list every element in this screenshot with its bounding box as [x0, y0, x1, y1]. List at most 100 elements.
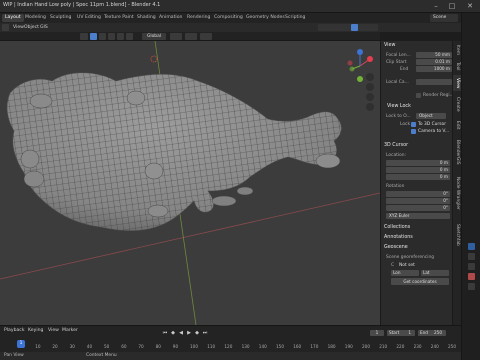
tab-scripting[interactable]: Scripting	[282, 14, 308, 22]
tab-modeling[interactable]: Modeling	[22, 14, 49, 22]
scene-georef-label: Scene georeferencing	[386, 255, 435, 260]
render-region-label: Render Regi...	[423, 93, 454, 98]
transform-orientation-dropdown[interactable]: Global	[142, 33, 166, 40]
data-icon[interactable]	[468, 283, 475, 290]
status-context-menu: Context Menu	[86, 353, 117, 358]
collections-section-header[interactable]: Collections	[384, 225, 452, 230]
tab-texture-paint[interactable]: Texture Paint	[101, 14, 137, 22]
timeline: Playback Keying View Marker ⏮ ◆ ◀ ▶ ◆ ⏭ …	[0, 325, 461, 352]
3d-cursor-icon	[150, 55, 158, 63]
transform-icon[interactable]	[126, 33, 133, 40]
menu-gis[interactable]: GIS	[40, 23, 48, 32]
shading-controls[interactable]	[318, 24, 378, 31]
frame-tick-label: 80	[155, 344, 161, 349]
cursor-icon[interactable]	[80, 33, 88, 40]
proportional-edit-toggle[interactable]	[200, 33, 212, 40]
annotations-section-header[interactable]: Annotations	[384, 235, 452, 240]
properties-tab-strip	[461, 13, 480, 360]
camera-to-view-checkbox[interactable]	[411, 129, 416, 134]
crs-label: C	[391, 263, 395, 268]
frame-tick-label: 200	[362, 344, 370, 349]
frame-tick-label: 170	[310, 344, 319, 349]
modifier-icon[interactable]	[468, 253, 475, 260]
frame-tick-label: 140	[258, 344, 267, 349]
window-title: WIP | Indian Hand Low poly | Spec 11pm 1…	[3, 2, 161, 8]
playhead[interactable]: 1	[17, 340, 25, 348]
tab-uv-editing[interactable]: UV Editing	[74, 14, 104, 22]
frame-ruler[interactable]: 0102030405060708090100110120130140150160…	[0, 326, 461, 353]
frame-tick-label: 110	[207, 344, 216, 349]
cursor-rot-z-field[interactable]: 0°	[386, 205, 450, 211]
frame-tick-label: 180	[327, 344, 336, 349]
geoscene-section-header[interactable]: Geoscene	[384, 245, 452, 250]
select-box-icon[interactable]	[90, 33, 97, 40]
tab-rendering[interactable]: Rendering	[184, 14, 213, 22]
tab-shading[interactable]: Shading	[134, 14, 159, 22]
tab-layout[interactable]: Layout	[2, 14, 24, 22]
3d-cursor-section-header[interactable]: 3D Cursor	[384, 143, 452, 148]
cursor-loc-x-field[interactable]: 0 m	[386, 160, 450, 166]
status-bar: Pan View Context Menu	[0, 352, 461, 360]
clip-start-field[interactable]: 0.01 m	[416, 59, 452, 65]
frame-tick-label: 100	[190, 344, 198, 349]
frame-tick-label: 220	[396, 344, 405, 349]
menu-view[interactable]: View	[13, 23, 24, 32]
crs-value[interactable]: Not set	[399, 263, 415, 268]
status-pan-view: Pan View	[4, 353, 24, 358]
frame-tick-label: 70	[138, 344, 144, 349]
cursor-loc-y-field[interactable]: 0 m	[386, 167, 450, 173]
material-icon[interactable]	[468, 273, 475, 280]
clip-end-label: End	[400, 67, 409, 72]
scale-icon[interactable]	[117, 33, 124, 40]
tool-settings: Global	[0, 32, 380, 41]
location-label: Location:	[386, 153, 407, 158]
menu-object[interactable]: Object	[24, 23, 39, 32]
sidebar-tabs: Item Tool View Create Edit BlenderGIS No…	[452, 41, 462, 325]
solid-shading-button[interactable]	[351, 24, 358, 31]
clip-start-label: Clip Start	[386, 60, 407, 65]
snap-toggle[interactable]	[185, 33, 197, 40]
lock-3d-cursor-checkbox[interactable]	[411, 122, 416, 127]
frame-tick-label: 190	[344, 344, 353, 349]
lon-field[interactable]: Lon	[391, 270, 419, 276]
frame-tick-label: 50	[104, 344, 110, 349]
move-icon[interactable]	[99, 33, 106, 40]
pivot-dropdown[interactable]	[170, 33, 182, 40]
scene-selector[interactable]: Scene	[430, 14, 458, 22]
tab-animation[interactable]: Animation	[156, 14, 185, 22]
3d-viewport[interactable]	[0, 41, 380, 325]
local-camera-field[interactable]	[416, 79, 452, 85]
rotation-mode-dropdown[interactable]: XYZ Euler	[386, 213, 450, 219]
maximize-button[interactable]: □	[446, 2, 458, 10]
close-button[interactable]: ✕	[464, 2, 476, 10]
tab-compositing[interactable]: Compositing	[211, 14, 246, 22]
tab-sculpting[interactable]: Sculpting	[47, 14, 74, 22]
rotate-icon[interactable]	[108, 33, 115, 40]
view-section-header[interactable]: View	[384, 43, 452, 48]
frame-tick-label: 20	[52, 344, 58, 349]
lock-3d-cursor-label: To 3D Cursor	[418, 122, 447, 127]
rotation-label: Rotation	[386, 184, 405, 189]
frame-tick-label: 150	[276, 344, 284, 349]
lock-to-object-field[interactable]: Object	[416, 113, 446, 119]
minimize-button[interactable]: –	[430, 2, 442, 10]
focal-length-field[interactable]: 50 mm	[416, 52, 452, 58]
lat-field[interactable]: Lat	[421, 270, 449, 276]
lock-label: Lock	[400, 122, 411, 127]
frame-tick-label: 210	[379, 344, 388, 349]
frame-tick-label: 40	[86, 344, 93, 349]
get-coordinates-button[interactable]: Get coordinates	[391, 278, 449, 285]
view-lock-section-header[interactable]: View Lock	[387, 104, 455, 109]
render-region-checkbox[interactable]	[416, 93, 421, 98]
particles-icon[interactable]	[468, 263, 475, 270]
clip-end-field[interactable]: 1000 m	[416, 66, 452, 72]
cursor-loc-z-field[interactable]: 0 m	[386, 174, 450, 180]
frame-tick-label: 120	[224, 344, 233, 349]
object-properties-icon[interactable]	[468, 243, 475, 250]
camera-view-icon	[366, 93, 374, 101]
editor-type-icon[interactable]	[2, 24, 9, 31]
frame-tick-label: 90	[172, 344, 179, 349]
cursor-rot-x-field[interactable]: 0°	[386, 191, 450, 197]
title-bar: WIP | Indian Hand Low poly | Spec 11pm 1…	[0, 0, 480, 13]
cursor-rot-y-field[interactable]: 0°	[386, 198, 450, 204]
